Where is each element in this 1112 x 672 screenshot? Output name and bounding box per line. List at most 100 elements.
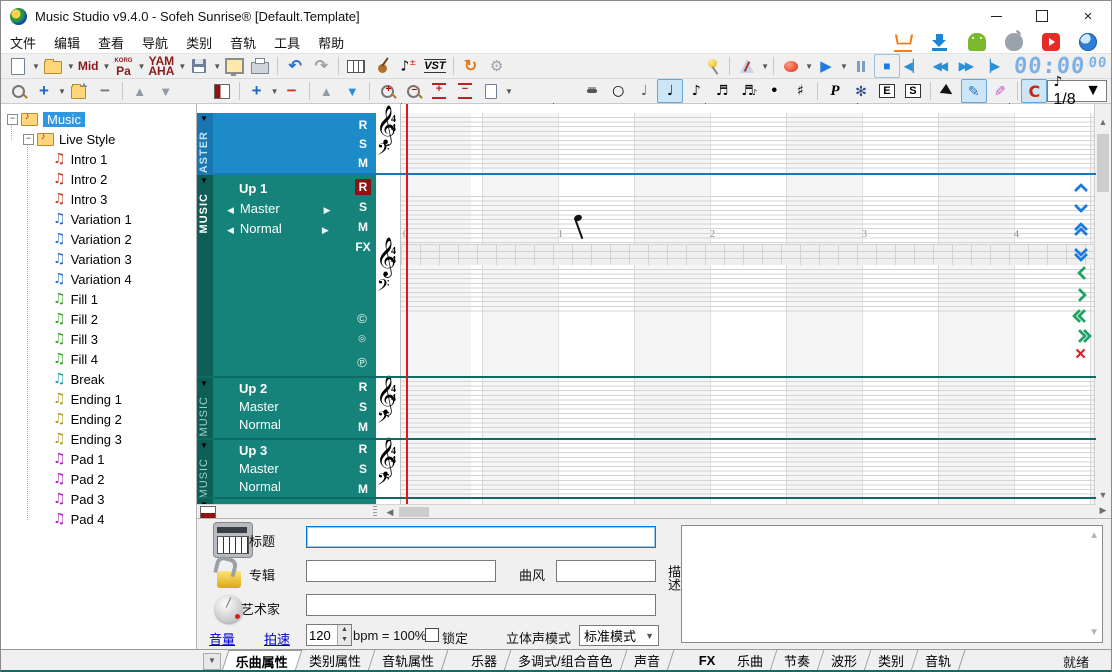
apple-icon[interactable] <box>1005 33 1023 51</box>
scroll-up-arrow[interactable]: ▲ <box>1089 530 1099 541</box>
piano-icon[interactable] <box>213 522 253 558</box>
track-separator[interactable] <box>197 438 1096 440</box>
badge-s[interactable]: S <box>355 136 371 152</box>
track-source-select[interactable]: Master <box>239 461 279 476</box>
tab-声音[interactable]: 声音 <box>620 650 674 671</box>
midi-dropdown[interactable]: ▼ <box>103 62 111 71</box>
tempo-lock-checkbox[interactable] <box>425 628 439 642</box>
youtube-icon[interactable] <box>1042 33 1060 51</box>
playhead-cursor[interactable] <box>406 104 408 504</box>
publish-button[interactable] <box>221 54 247 78</box>
tab-类别属性[interactable]: 类别属性 <box>296 650 376 671</box>
whole-rest-button[interactable] <box>579 79 605 103</box>
menu-item-5[interactable]: 音轨 <box>221 31 265 54</box>
tab-乐曲[interactable]: 乐曲 <box>724 650 778 671</box>
menu-item-1[interactable]: 编辑 <box>45 31 89 54</box>
korg-import-button[interactable]: KORGPa <box>110 54 136 78</box>
play-button[interactable]: ▶ <box>813 54 839 78</box>
quarter-note-button[interactable]: ♩ <box>657 79 683 103</box>
expand-tracks-button[interactable]: + <box>426 79 452 103</box>
maximize-button[interactable] <box>1019 1 1065 31</box>
expression-s-button[interactable]: S <box>900 79 926 103</box>
move-measure-right-button[interactable] <box>1073 328 1091 344</box>
badge-m[interactable]: M <box>355 219 371 235</box>
menu-item-2[interactable]: 查看 <box>89 31 133 54</box>
record-button[interactable] <box>778 54 804 78</box>
tree-item-live-style[interactable]: Live Style <box>37 130 115 148</box>
sharp-button[interactable]: ♯ <box>787 79 813 103</box>
move-measure-left-button[interactable] <box>1073 308 1091 324</box>
ornament-button[interactable]: ✻ <box>848 79 874 103</box>
scroll-down-arrow[interactable]: ▼ <box>1096 490 1110 500</box>
tree-item-pad-1[interactable]: ♫Pad 1 <box>53 450 105 468</box>
tree-item-ending-2[interactable]: ♫Ending 2 <box>53 410 122 428</box>
track-header-master[interactable]: ▼MASTERRSM <box>197 113 376 173</box>
volume-link[interactable]: 音量 <box>209 629 235 648</box>
bpm-input[interactable] <box>307 625 337 645</box>
pause-button[interactable] <box>848 54 874 78</box>
track-name[interactable]: Up 3 <box>239 443 267 458</box>
new-file-button[interactable] <box>5 54 31 78</box>
remove-track-button[interactable]: − <box>279 79 305 103</box>
tree-item-music[interactable]: Music <box>21 110 85 128</box>
move-note-up-button[interactable] <box>1073 179 1091 195</box>
rewind-button[interactable]: ◀◀ <box>926 54 952 78</box>
tab-节奏[interactable]: 节奏 <box>771 650 825 671</box>
badge-m[interactable]: M <box>355 155 371 171</box>
yamaha-dropdown[interactable]: ▼ <box>178 62 186 71</box>
vertical-scrollbar[interactable]: ▲ ▼ ▶ <box>1094 104 1111 518</box>
menu-item-0[interactable]: 文件 <box>1 31 45 54</box>
volume-knob[interactable] <box>215 595 243 623</box>
open-file-button[interactable] <box>40 54 66 78</box>
collapse-track-icon[interactable]: ▼ <box>200 176 208 185</box>
badge-s[interactable]: S <box>355 399 371 415</box>
tab-多调式-组合音色[interactable]: 多调式/组合音色 <box>505 650 627 671</box>
refresh-button[interactable]: ↻ <box>458 54 484 78</box>
remove-category-button[interactable]: − <box>92 79 118 103</box>
tree-item-intro-2[interactable]: ♫Intro 2 <box>53 170 107 188</box>
tree-item-fill-1[interactable]: ♫Fill 1 <box>53 290 98 308</box>
track-separator[interactable] <box>197 376 1096 378</box>
close-button[interactable]: × <box>1065 1 1111 31</box>
zoom-out-button[interactable] <box>400 79 426 103</box>
badge-s[interactable]: S <box>355 199 371 215</box>
view-options-button[interactable] <box>478 79 504 103</box>
scroll-left-arrow[interactable]: ◀ <box>383 507 397 518</box>
dotted-note-button[interactable]: • <box>761 79 787 103</box>
badge-r[interactable]: R <box>355 379 371 395</box>
vst-button[interactable]: VST <box>421 54 448 78</box>
microphone-button[interactable] <box>699 54 725 78</box>
tree-item-break[interactable]: ♫Break <box>53 370 105 388</box>
pencil-tool-button[interactable]: ✎ <box>961 79 987 103</box>
virtual-keyboard-button[interactable] <box>343 54 369 78</box>
track-separator[interactable] <box>197 497 1096 499</box>
track-source-select[interactable]: Master <box>239 399 279 414</box>
open-file-dropdown[interactable]: ▼ <box>67 62 75 71</box>
title-input[interactable] <box>306 526 656 548</box>
track-strip[interactable]: ▼MUSIC <box>197 175 213 376</box>
android-icon[interactable] <box>968 33 986 51</box>
track-strip[interactable]: ▼MASTER <box>197 113 213 173</box>
badge-fx[interactable]: FX <box>355 239 371 255</box>
vertical-scroll-thumb[interactable] <box>1097 134 1109 192</box>
whole-note-button[interactable]: ○ <box>605 79 631 103</box>
track-header-up-3[interactable]: ▼MUSICUp 3MasterNormalRSM <box>197 440 376 497</box>
expression-e-button[interactable]: E <box>874 79 900 103</box>
tree-item-variation-2[interactable]: ♫Variation 2 <box>53 230 132 248</box>
fast-forward-button[interactable]: ▶▶ <box>952 54 978 78</box>
scroll-right-arrow[interactable]: ▶ <box>1096 505 1110 516</box>
move-note-right-button[interactable] <box>1073 287 1091 303</box>
tree-item-pad-2[interactable]: ♫Pad 2 <box>53 470 105 488</box>
cart-icon[interactable] <box>894 32 912 52</box>
undo-button[interactable]: ↶ <box>282 54 308 78</box>
yamaha-import-button[interactable]: YAMAHA <box>145 54 177 78</box>
track-mode-select[interactable]: Normal <box>239 417 281 432</box>
tree-item-pad-3[interactable]: ♫Pad 3 <box>53 490 105 508</box>
snap-value-select[interactable]: ♪ 1/8 ▼ <box>1047 80 1107 102</box>
tab-音轨[interactable]: 音轨 <box>912 650 966 671</box>
add-category-dropdown[interactable]: ▼ <box>58 87 66 96</box>
settings-button[interactable]: ⚙ <box>484 54 510 78</box>
find-button[interactable] <box>5 79 31 103</box>
menu-item-7[interactable]: 帮助 <box>309 31 353 54</box>
download-icon[interactable] <box>931 33 949 51</box>
